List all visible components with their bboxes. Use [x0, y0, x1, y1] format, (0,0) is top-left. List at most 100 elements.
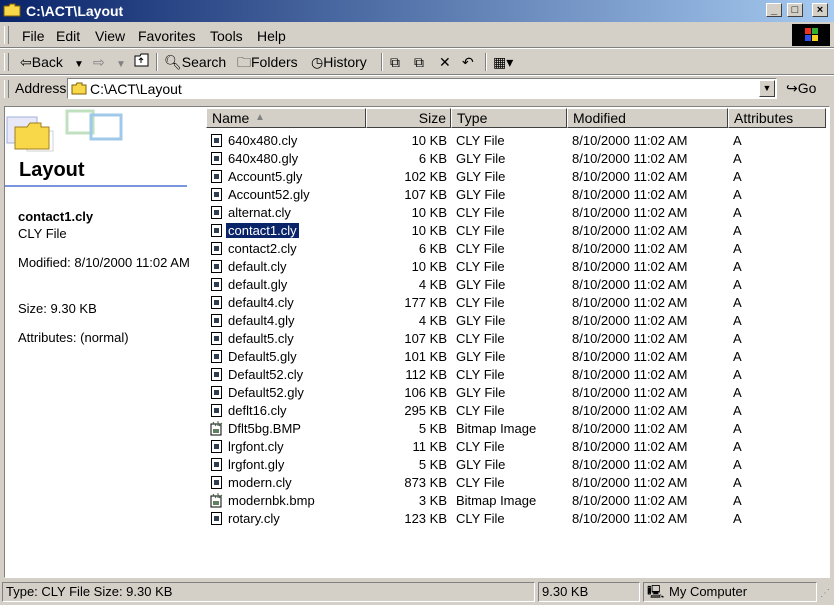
up-folder-icon[interactable]	[134, 53, 150, 71]
file-modified: 8/10/2000 11:02 AM	[572, 475, 688, 490]
file-row[interactable]: modernbk.bmp 3 KB Bitmap Image 8/10/2000 11…	[206, 492, 826, 510]
column-header-name[interactable]: Name ▲	[206, 108, 366, 128]
file-attributes: A	[733, 187, 742, 202]
selected-file-type: CLY File	[18, 226, 67, 241]
search-button[interactable]: 🔍︎Search	[164, 53, 226, 71]
back-button[interactable]: ⇦Back	[20, 53, 63, 71]
file-type: GLY File	[456, 457, 506, 472]
forward-dropdown-icon[interactable]: ▼	[116, 56, 126, 74]
views-icon[interactable]: ▦▾	[493, 53, 513, 71]
document-icon	[211, 350, 222, 363]
file-modified: 8/10/2000 11:02 AM	[572, 457, 688, 472]
file-name: default4.cly	[228, 295, 294, 310]
file-row[interactable]: default.cly 10 KB CLY File 8/10/2000 11:02 …	[206, 258, 826, 276]
menu-edit[interactable]: Edit	[56, 28, 80, 44]
file-type: CLY File	[456, 223, 505, 238]
file-row[interactable]: contact1.cly 10 KB CLY File 8/10/2000 11:02…	[206, 222, 826, 240]
file-row[interactable]: Account52.gly 107 KB GLY File 8/10/2000 11:…	[206, 186, 826, 204]
menu-help[interactable]: Help	[257, 28, 286, 44]
file-row[interactable]: alternat.cly 10 KB CLY File 8/10/2000 11:02…	[206, 204, 826, 222]
file-name: Account52.gly	[228, 187, 310, 202]
file-size: 6 KB	[418, 151, 447, 166]
file-row[interactable]: Account5.gly 102 KB GLY File 8/10/2000 11:0…	[206, 168, 826, 186]
file-size: 11 KB	[412, 439, 447, 454]
file-row[interactable]: default4.cly 177 KB CLY File 8/10/2000 11:0…	[206, 294, 826, 312]
column-header-size[interactable]: Size	[366, 108, 451, 128]
toolbar-grip[interactable]	[4, 53, 9, 71]
address-grip[interactable]	[4, 80, 9, 98]
file-name: rotary.cly	[228, 511, 280, 526]
folders-button[interactable]: 🗀Folders	[237, 53, 298, 71]
file-modified: 8/10/2000 11:02 AM	[572, 205, 688, 220]
file-row[interactable]: lrgfont.gly 5 KB GLY File 8/10/2000 11:02 A…	[206, 456, 826, 474]
windows-logo-icon	[792, 24, 830, 46]
file-row[interactable]: deflt16.cly 295 KB CLY File 8/10/2000 11:02…	[206, 402, 826, 420]
file-modified: 8/10/2000 11:02 AM	[572, 511, 688, 526]
column-header-type[interactable]: Type	[451, 108, 567, 128]
file-row[interactable]: Default52.cly 112 KB CLY File 8/10/2000 11:…	[206, 366, 826, 384]
file-attributes: A	[733, 277, 742, 292]
selected-file-name: contact1.cly	[18, 209, 94, 224]
file-name: default5.cly	[228, 331, 294, 346]
history-button[interactable]: ◷History	[311, 53, 367, 71]
file-row[interactable]: modern.cly 873 KB CLY File 8/10/2000 11:02 …	[206, 474, 826, 492]
forward-button[interactable]: ⇨	[93, 53, 105, 71]
file-row[interactable]: 640x480.cly 10 KB CLY File 8/10/2000 11:02 …	[206, 132, 826, 150]
resize-grip-icon[interactable]: ⋰	[820, 588, 832, 602]
document-icon	[211, 458, 222, 471]
file-row[interactable]: rotary.cly 123 KB CLY File 8/10/2000 11:02 …	[206, 510, 826, 528]
file-list[interactable]: Name ▲ Size Type Modified Attributes 640…	[206, 107, 828, 577]
file-row[interactable]: default5.cly 107 KB CLY File 8/10/2000 11:0…	[206, 330, 826, 348]
document-icon	[211, 440, 222, 453]
address-input[interactable]: C:\ACT\Layout ▼	[67, 78, 777, 99]
maximize-button[interactable]: □	[787, 3, 803, 17]
status-zone: 🖳 My Computer	[643, 582, 817, 602]
file-size: 5 KB	[418, 421, 447, 436]
file-row[interactable]: Default5.gly 101 KB GLY File 8/10/2000 11:0…	[206, 348, 826, 366]
delete-icon[interactable]: ✕	[439, 53, 451, 71]
back-dropdown-icon[interactable]: ▼	[74, 56, 84, 74]
file-modified: 8/10/2000 11:02 AM	[572, 151, 688, 166]
copy-to-icon[interactable]: ⧉	[414, 53, 424, 71]
file-row[interactable]: contact2.cly 6 KB CLY File 8/10/2000 11:02 …	[206, 240, 826, 258]
menu-tools[interactable]: Tools	[210, 28, 243, 44]
file-row[interactable]: Dflt5bg.BMP 5 KB Bitmap Image 8/10/2000 11:…	[206, 420, 826, 438]
file-type: GLY File	[456, 349, 506, 364]
back-arrow-icon: ⇦	[20, 54, 32, 70]
file-row[interactable]: Default52.gly 106 KB GLY File 8/10/2000 11:…	[206, 384, 826, 402]
file-modified: 8/10/2000 11:02 AM	[572, 349, 688, 364]
menu-grip[interactable]	[4, 26, 9, 44]
file-row[interactable]: default4.gly 4 KB GLY File 8/10/2000 11:02 …	[206, 312, 826, 330]
file-row[interactable]: default.gly 4 KB GLY File 8/10/2000 11:02 A…	[206, 276, 826, 294]
column-header-attributes[interactable]: Attributes	[728, 108, 826, 128]
file-attributes: A	[733, 331, 742, 346]
file-name: 640x480.cly	[228, 133, 298, 148]
close-button[interactable]: ×	[812, 3, 828, 17]
file-modified: 8/10/2000 11:02 AM	[572, 493, 688, 508]
file-name: Account5.gly	[228, 169, 303, 184]
minimize-button[interactable]: _	[766, 3, 782, 17]
file-attributes: A	[733, 367, 742, 382]
menu-file[interactable]: File	[22, 28, 45, 44]
file-size: 5 KB	[418, 457, 447, 472]
file-row[interactable]: 640x480.gly 6 KB GLY File 8/10/2000 11:02 A…	[206, 150, 826, 168]
file-modified: 8/10/2000 11:02 AM	[572, 133, 688, 148]
menu-favorites[interactable]: Favorites	[138, 28, 196, 44]
move-to-icon[interactable]: ⧉	[390, 53, 400, 71]
file-attributes: A	[733, 439, 742, 454]
file-size: 123 KB	[404, 511, 447, 526]
file-size: 4 KB	[418, 313, 447, 328]
address-dropdown-button[interactable]: ▼	[759, 80, 775, 97]
folder-icon	[71, 82, 87, 95]
title-bar[interactable]: C:\ACT\Layout _ □ ×	[0, 0, 834, 22]
address-bar: Address C:\ACT\Layout ▼ ↪Go	[0, 76, 834, 102]
document-icon	[211, 152, 222, 165]
undo-icon[interactable]: ↶	[462, 53, 474, 71]
file-attributes: A	[733, 295, 742, 310]
menu-view[interactable]: View	[95, 28, 125, 44]
column-header-modified[interactable]: Modified	[567, 108, 728, 128]
status-text: Type: CLY File Size: 9.30 KB	[2, 582, 535, 602]
file-row[interactable]: lrgfont.cly 11 KB CLY File 8/10/2000 11:02 …	[206, 438, 826, 456]
go-button[interactable]: ↪Go	[786, 80, 816, 97]
file-name: deflt16.cly	[228, 403, 287, 418]
